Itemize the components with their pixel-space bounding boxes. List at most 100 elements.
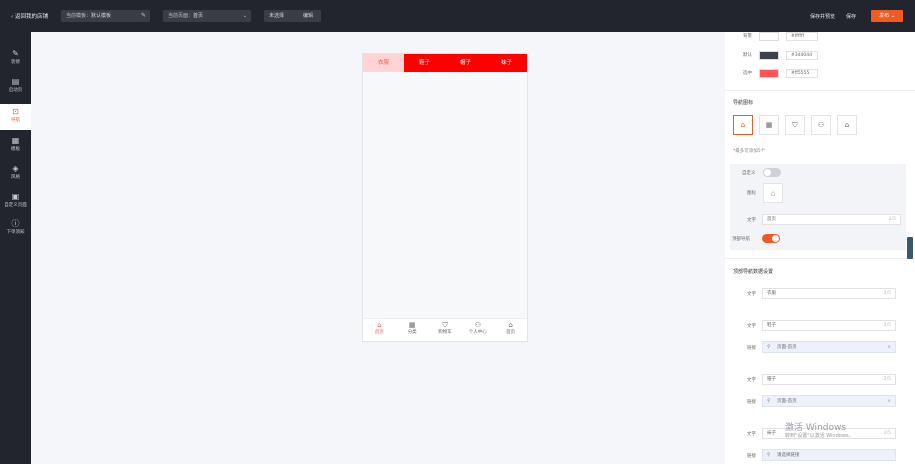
top-tab[interactable]: 袜子	[486, 54, 527, 72]
bottom-tab-bar: ⌂ 首页 ▦ 分类 ⛉ 购物车 ⚇ 个人中心 ⌂ 首页	[363, 318, 527, 341]
nav-item-template[interactable]: ▦ 模板	[0, 133, 31, 159]
nav-item-label: 启动页	[8, 88, 23, 93]
item-text-input[interactable]: 帽子 2/5	[762, 374, 896, 385]
item-text-value: 鞋子	[767, 323, 776, 328]
nav-item-label: 装修	[11, 60, 20, 65]
color-label-selected: 选中	[743, 71, 752, 76]
item-link-picker[interactable]: ⚲ 页面-首页 ×	[762, 341, 896, 353]
item-link-picker[interactable]: ⚲ 页面-首页 ×	[762, 395, 896, 407]
settings-panel: 背景 #ffffff 默认 #3d404d 选中 #ff5555 导航图标 ⌂ …	[725, 32, 915, 464]
item-text-label: 文字	[747, 292, 756, 297]
cart-icon: ⛉	[442, 321, 448, 329]
save-button[interactable]: 保存	[846, 13, 856, 20]
page-selector[interactable]: 当前页面：首页 ⌄	[163, 10, 251, 22]
item-text-input[interactable]: 衣服 2/5	[762, 288, 896, 299]
tabbar-item-cart[interactable]: ⛉ 购物车	[429, 319, 462, 341]
color-swatch-selected[interactable]	[759, 69, 779, 78]
link-icon: ⚲	[767, 344, 771, 350]
item-text-label: 文字	[747, 378, 756, 383]
publish-button[interactable]: 发布 ⌄	[871, 10, 903, 22]
char-count: 2/5	[883, 323, 891, 328]
grid-icon: ▦	[408, 321, 416, 329]
top-nav-toggle[interactable]	[762, 234, 780, 243]
edit-icon[interactable]: ✎	[141, 10, 146, 22]
nav-icon-option-grid[interactable]: ▦	[759, 115, 779, 135]
nav-icon-title: 导航图标	[733, 100, 754, 106]
color-hex-selected[interactable]: #ff5555	[786, 69, 818, 78]
top-nav-label: 顶部导航	[732, 237, 750, 242]
item-text-value: 帽子	[767, 377, 776, 382]
char-count: 2/5	[888, 217, 896, 222]
paint-bucket-icon: ◈	[12, 164, 19, 173]
nav-icon-option-home[interactable]: ⌂	[733, 115, 753, 135]
back-to-shop-link[interactable]: ‹ 返回我的店铺	[11, 12, 48, 20]
item-text-label: 文字	[747, 432, 756, 437]
close-icon[interactable]: ×	[887, 396, 891, 407]
brush-icon: ✎	[12, 49, 19, 58]
nav-item-editor: 自定义 图标 ⌂ 文字 首页 2/5 顶部导航	[730, 164, 906, 250]
nav-item-order-notice[interactable]: ⓘ 下单须知	[0, 216, 31, 242]
nav-item-label: 下单须知	[6, 230, 25, 235]
tabbar-item-home-2[interactable]: ⌂ 首页	[494, 319, 527, 341]
divider	[725, 90, 915, 91]
custom-toggle[interactable]	[763, 168, 781, 177]
icon-label: 图标	[747, 191, 756, 196]
tabbar-label: 分类	[407, 330, 417, 335]
tabbar-label: 首页	[374, 330, 384, 335]
nav-item-label: 导航	[11, 118, 20, 123]
nav-item-label: 风格	[11, 175, 20, 180]
nav-icon-option-cart[interactable]: ⛉	[785, 115, 805, 135]
nav-item-custom-page[interactable]: ▣ 自定义页面	[0, 189, 31, 215]
unselected-edit-button[interactable]: 编辑	[303, 10, 313, 22]
page-value: 首页	[193, 13, 204, 19]
tabbar-label: 个人中心	[468, 330, 487, 335]
link-icon: ⚲	[767, 452, 771, 458]
color-hex-default[interactable]: #3d404d	[786, 51, 818, 60]
top-nav-tabs: 衣服 鞋子 帽子 袜子	[363, 54, 527, 72]
char-count: 2/5	[883, 431, 891, 436]
page-label: 当前页面：	[168, 13, 194, 19]
side-feedback-tab[interactable]	[907, 237, 913, 259]
item-link-value: 页面-首页	[777, 345, 797, 350]
tabbar-item-category[interactable]: ▦ 分类	[396, 319, 429, 341]
top-tab[interactable]: 衣服	[363, 54, 404, 72]
close-icon[interactable]: ×	[887, 342, 891, 353]
item-text-value: 衣服	[767, 291, 776, 296]
color-hex-bg[interactable]: #ffffff	[786, 32, 818, 41]
text-input-value: 首页	[767, 217, 776, 222]
icon-preview[interactable]: ⌂	[763, 183, 783, 203]
color-swatch-default[interactable]	[759, 51, 779, 60]
top-tab[interactable]: 帽子	[445, 54, 486, 72]
save-preview-button[interactable]: 保存并预览	[810, 13, 835, 20]
top-tab[interactable]: 鞋子	[404, 54, 445, 72]
nav-item-decorate[interactable]: ✎ 装修	[0, 46, 31, 72]
divider	[725, 258, 915, 259]
top-nav-settings-title: 顶部导航数据设置	[733, 269, 774, 275]
color-swatch-bg[interactable]	[759, 32, 779, 41]
page-icon: ▤	[11, 77, 20, 86]
item-link-label: 链接	[747, 454, 756, 459]
item-link-value: 页面-首页	[777, 399, 797, 404]
nav-icon-option-user[interactable]: ⚇	[811, 115, 831, 135]
item-link-label: 链接	[747, 346, 756, 351]
phone-preview: 衣服 鞋子 帽子 袜子 ⌂ 首页 ▦ 分类 ⛉ 购物车 ⚇ 个人中心 ⌂ 首页	[362, 53, 528, 342]
tabbar-label: 购物车	[438, 330, 452, 335]
item-link-picker[interactable]: ⚲ 请选择链接	[762, 449, 896, 461]
user-icon: ⚇	[474, 321, 481, 329]
nav-item-style[interactable]: ◈ 风格	[0, 161, 31, 187]
info-icon: ⓘ	[11, 219, 20, 228]
nav-item-splash[interactable]: ▤ 启动页	[0, 74, 31, 100]
char-count: 2/5	[883, 291, 891, 296]
template-selector[interactable]: 当前模板：默认模板 ✎	[61, 10, 150, 22]
chevron-down-icon[interactable]: ⌄	[243, 10, 247, 22]
nav-item-navigation[interactable]: ⊡ 导航	[0, 104, 31, 130]
nav-icon-option-home-2[interactable]: ⌂	[837, 115, 857, 135]
unselected-box[interactable]: 未选择 编辑	[264, 10, 321, 22]
home-icon: ⌂	[508, 321, 513, 329]
tabbar-item-profile[interactable]: ⚇ 个人中心	[461, 319, 494, 341]
item-text-value: 袜子	[767, 431, 776, 436]
text-input[interactable]: 首页 2/5	[762, 214, 901, 225]
item-text-input[interactable]: 鞋子 2/5	[762, 320, 896, 331]
navigation-icon: ⊡	[12, 107, 19, 116]
tabbar-item-home[interactable]: ⌂ 首页	[363, 319, 396, 341]
